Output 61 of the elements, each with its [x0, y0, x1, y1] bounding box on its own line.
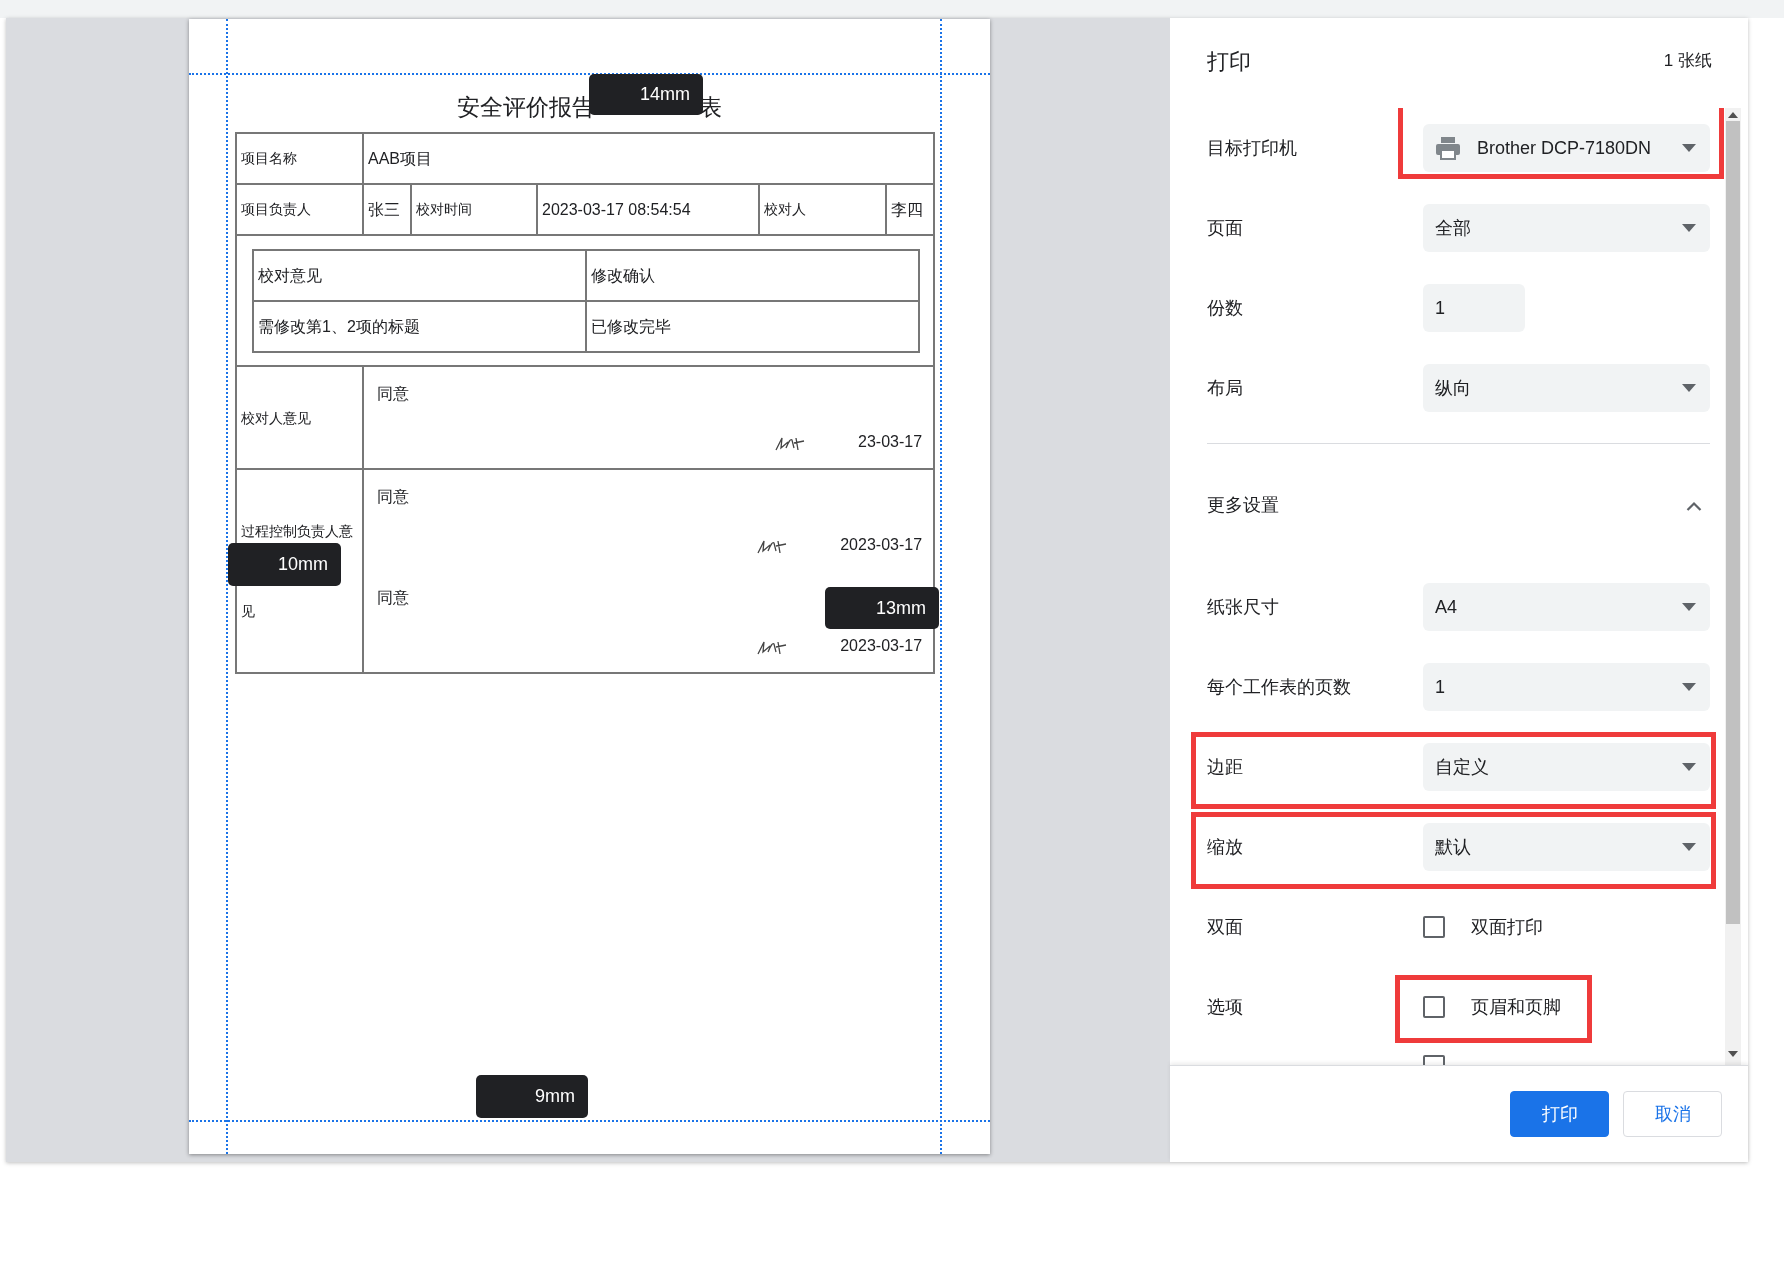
table-cell: 项目负责人	[236, 184, 363, 235]
table-cell: 项目名称	[236, 133, 363, 184]
print-button[interactable]: 打印	[1510, 1091, 1609, 1137]
table-cell: 校对人	[759, 184, 886, 235]
cancel-button[interactable]: 取消	[1623, 1091, 1722, 1137]
chevron-up-icon[interactable]	[1686, 500, 1702, 511]
dropdown[interactable]: 全部	[1423, 204, 1710, 252]
setting-label: 缩放	[1207, 835, 1244, 859]
checkbox-label[interactable]: 双面打印	[1471, 913, 1543, 941]
table-cell: 修改确认	[586, 250, 920, 301]
setting-label: 每个工作表的页数	[1207, 675, 1352, 699]
signature-date: 2023-03-17	[840, 535, 923, 555]
dropdown[interactable]: A4	[1423, 583, 1710, 631]
caret-icon	[1682, 144, 1696, 152]
scroll-up-icon[interactable]	[1728, 112, 1738, 118]
signature-date: 23-03-17	[858, 432, 923, 452]
printer-dropdown[interactable]: Brother DCP-7180DN	[1423, 124, 1710, 172]
margin-tooltip: 13mm	[825, 587, 939, 629]
copies-input[interactable]: 1	[1423, 284, 1525, 332]
table-cell: 李四	[886, 184, 935, 235]
setting-label: 目标打印机	[1207, 136, 1298, 160]
table-cell: 校对时间	[411, 184, 537, 235]
setting-label: 双面	[1207, 915, 1244, 939]
caret-icon	[1682, 683, 1696, 691]
dropdown[interactable]: 1	[1423, 663, 1710, 711]
setting-label: 纸张尺寸	[1207, 595, 1280, 619]
table-cell: 校对意见	[253, 250, 586, 301]
dialog-title: 打印	[1207, 47, 1251, 76]
setting-label: 边距	[1207, 755, 1244, 779]
checkbox[interactable]	[1423, 996, 1445, 1018]
table-cell: 已修改完毕	[586, 301, 920, 352]
table-cell: AAB项目	[363, 133, 935, 184]
checkbox[interactable]	[1423, 916, 1445, 938]
setting-label: 页面	[1207, 216, 1244, 240]
table-cell: 2023-03-17 08:54:54	[537, 184, 759, 235]
opinion-text: 同意	[377, 384, 409, 404]
signature-date: 2023-03-17	[840, 636, 923, 656]
caret-icon	[1682, 843, 1696, 851]
setting-label: 选项	[1207, 995, 1244, 1019]
margin-tooltip: 10mm	[228, 543, 341, 586]
checkbox-label[interactable]: 页眉和页脚	[1471, 993, 1561, 1021]
setting-label: 份数	[1207, 296, 1244, 320]
dropdown[interactable]: 自定义	[1423, 743, 1710, 791]
scroll-down-icon[interactable]	[1728, 1051, 1738, 1057]
section-label: 更多设置	[1207, 494, 1280, 517]
dropdown[interactable]: 纵向	[1423, 364, 1710, 412]
dropdown[interactable]: 默认	[1423, 823, 1710, 871]
table-cell: 需修改第1、2项的标题	[253, 301, 586, 352]
sheet-count: 1 张纸	[1663, 50, 1712, 73]
opinion-text: 同意	[377, 487, 409, 507]
caret-icon	[1682, 224, 1696, 232]
caret-icon	[1682, 384, 1696, 392]
setting-label: 布局	[1207, 376, 1244, 400]
printer-icon	[1435, 136, 1461, 160]
margin-tooltip: 9mm	[476, 1075, 588, 1118]
caret-icon	[1682, 603, 1696, 611]
scrollbar-thumb[interactable]	[1726, 121, 1740, 924]
caret-icon	[1682, 763, 1696, 771]
table-cell: 校对人意见	[236, 366, 363, 469]
opinion-text: 同意	[377, 588, 409, 608]
table-cell: 张三	[363, 184, 411, 235]
